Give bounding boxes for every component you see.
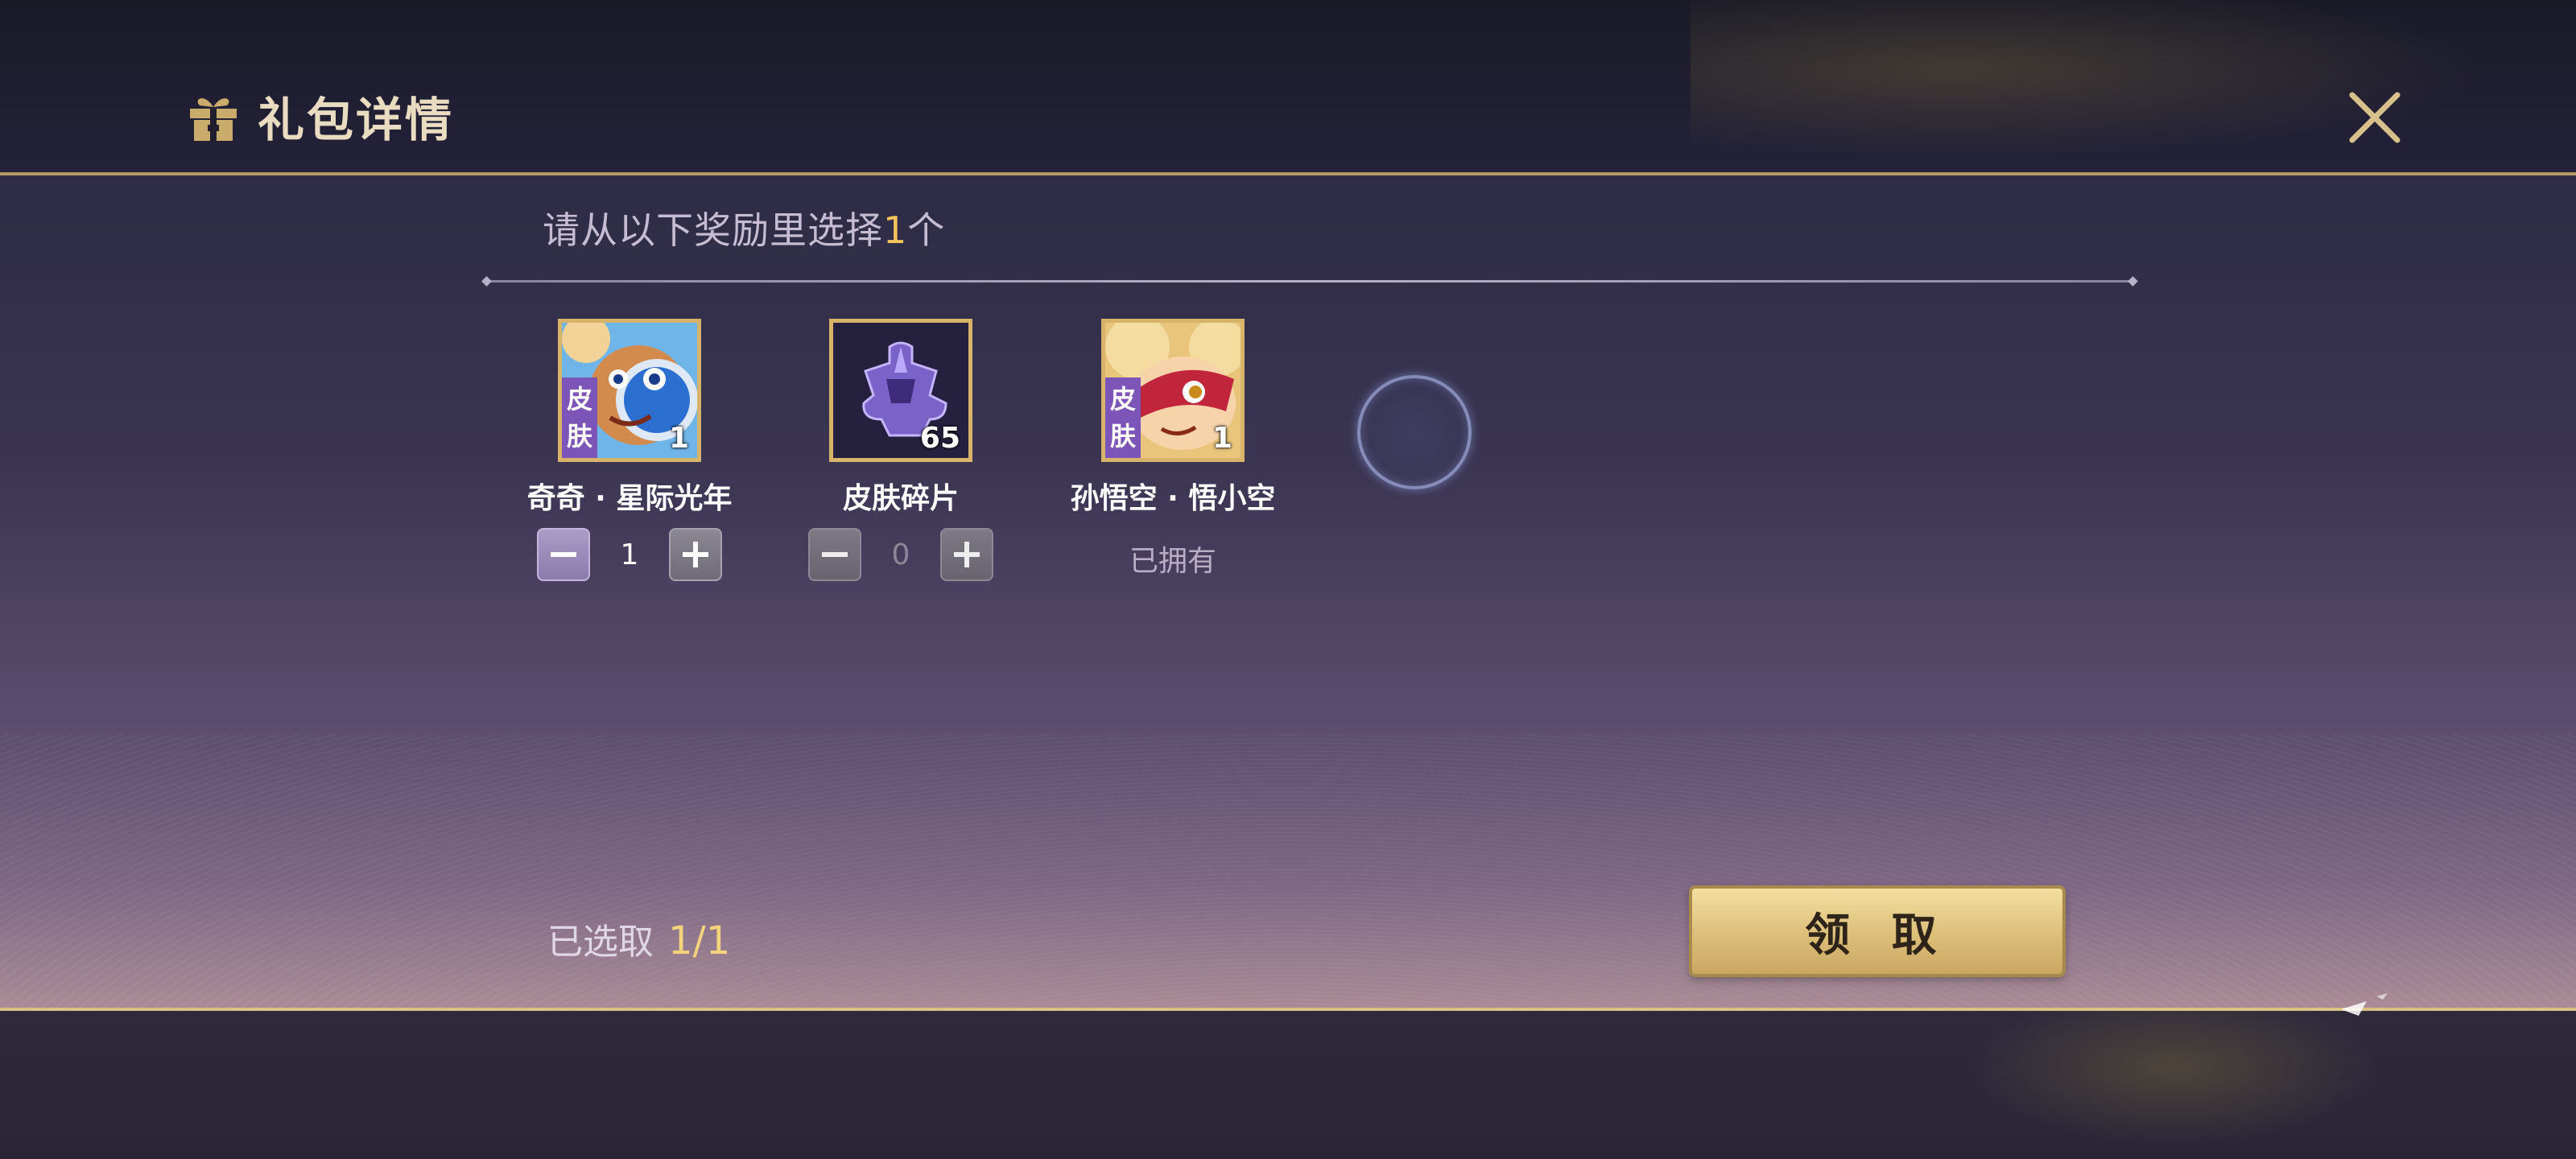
increase-button[interactable] [669, 528, 722, 581]
decrease-button[interactable] [537, 528, 590, 581]
item-count: 1 [668, 422, 689, 455]
minus-icon [822, 552, 848, 557]
reward-item-wukong[interactable]: 皮肤 1 孙悟空 · 悟小空 已拥有 [1036, 319, 1310, 580]
decorative-arrow-icon [2341, 993, 2388, 1016]
close-icon[interactable] [2344, 87, 2405, 148]
decrease-button[interactable] [808, 528, 861, 581]
skin-tag-badge: 皮肤 [562, 377, 597, 458]
plus-icon [954, 542, 980, 567]
increase-button[interactable] [940, 528, 993, 581]
dialog-title: 礼包详情 [258, 93, 455, 147]
quantity-stepper: 0 [808, 528, 993, 581]
claim-button[interactable]: 领 取 [1689, 885, 2066, 977]
item-count: 65 [919, 422, 960, 455]
loading-spinner [1357, 375, 1472, 489]
quantity-value: 0 [891, 538, 910, 571]
item-name: 孙悟空 · 悟小空 [1070, 482, 1276, 515]
gift-icon [190, 98, 237, 141]
item-count: 1 [1212, 422, 1232, 455]
minus-icon [551, 552, 576, 557]
reward-panel [0, 172, 2576, 1011]
selected-counter: 已选取 1/1 [547, 918, 731, 963]
divider [486, 280, 2133, 283]
plus-icon [683, 542, 708, 567]
quantity-value: 1 [620, 538, 639, 571]
skin-thumbnail-wukong[interactable]: 皮肤 1 [1101, 319, 1245, 462]
item-name: 奇奇 · 星际光年 [526, 482, 733, 515]
quantity-stepper: 1 [537, 528, 722, 581]
reward-item-qiqi[interactable]: 皮肤 1 奇奇 · 星际光年 1 [493, 319, 766, 581]
skin-tag-badge: 皮肤 [1105, 377, 1141, 458]
shard-thumbnail[interactable]: 65 [829, 319, 972, 462]
item-name: 皮肤碎片 [842, 482, 959, 515]
selected-value: 1/1 [668, 918, 731, 963]
bottom-band [0, 1006, 2576, 1159]
owned-status: 已拥有 [1129, 545, 1216, 578]
selection-count: 1 [883, 208, 908, 252]
dialog-header: 礼包详情 [185, 84, 454, 148]
skin-thumbnail-qiqi[interactable]: 皮肤 1 [558, 319, 701, 462]
reward-item-skin-shards[interactable]: 65 皮肤碎片 0 [764, 319, 1038, 581]
selection-prompt: 请从以下奖励里选择1个 [543, 208, 946, 252]
